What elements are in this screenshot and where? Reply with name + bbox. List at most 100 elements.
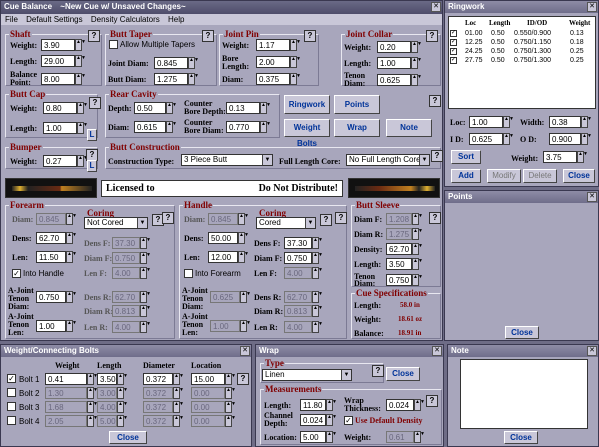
shaft-bp-input[interactable]: 8.00	[41, 73, 75, 85]
ring-id-input[interactable]: 0.625	[469, 133, 503, 145]
channel-depth-input[interactable]: 0.024	[300, 414, 326, 426]
wrap-location-spinner[interactable]: ▲▼	[326, 431, 337, 443]
shaft-length-spinner[interactable]: ▲▼	[75, 55, 86, 67]
bolt-checkbox[interactable]	[7, 416, 16, 425]
ring-weight-input[interactable]: 3.75	[543, 151, 577, 163]
wrap-length-input[interactable]: 11.80	[300, 399, 326, 411]
sleeve-density-spinner[interactable]: ▲▼	[412, 243, 423, 255]
sleeve-length-input[interactable]: 3.50	[386, 258, 412, 270]
bolt-length-spinner[interactable]: ▲▼	[117, 373, 128, 385]
handle-dens-input[interactable]: 50.00	[208, 232, 238, 244]
shaft-bp-spinner[interactable]: ▲▼	[75, 73, 86, 85]
construction-type-select[interactable]: 3 Piece Butt ▼	[181, 154, 273, 166]
list-item[interactable]: ✓ 24.25 0.50 0.750/1.300 0.25	[450, 48, 594, 57]
bolt-length-input[interactable]: 3.50	[97, 373, 117, 385]
rear-depth-spinner[interactable]: ▲▼	[166, 102, 177, 114]
joint-collar-tenon-input[interactable]: 0.625	[377, 74, 411, 86]
bumper-l-button[interactable]: L	[87, 160, 97, 172]
menu-default-settings[interactable]: Default Settings	[26, 15, 82, 24]
list-item[interactable]: ✓ 27.75 0.50 0.750/1.300 0.25	[450, 57, 594, 66]
butt-diam-spinner[interactable]: ▲▼	[188, 73, 199, 85]
menu-file[interactable]: File	[5, 15, 18, 24]
weight-bolts-button[interactable]: Weight Bolts	[284, 119, 330, 148]
main-close-icon[interactable]: ✕	[431, 2, 441, 12]
wrap-thickness-input[interactable]: 0.024	[386, 399, 414, 411]
butt-cap-weight-input[interactable]: 0.80	[43, 102, 77, 114]
wrap-thickness-spinner[interactable]: ▲▼	[414, 399, 425, 411]
bolt-checkbox[interactable]: ✓	[7, 374, 16, 383]
handle-help-icon[interactable]: ?	[335, 212, 347, 224]
chevron-down-icon[interactable]: ▼	[137, 218, 147, 228]
ring-id-spinner[interactable]: ▲▼	[503, 133, 514, 145]
handle-len-spinner[interactable]: ▲▼	[238, 251, 249, 263]
sleeve-tenon-spinner[interactable]: ▲▼	[412, 274, 423, 286]
handle-densf-input[interactable]: 37.30	[284, 237, 312, 249]
joint-collar-tenon-spinner[interactable]: ▲▼	[411, 74, 422, 86]
list-item[interactable]: ✓ 01.00 0.50 0.550/0.900 0.13	[450, 30, 594, 39]
list-item[interactable]: ✓ 12.25 0.50 0.750/1.150 0.18	[450, 39, 594, 48]
shaft-length-input[interactable]: 29.00	[41, 55, 75, 67]
row-checkbox[interactable]: ✓	[450, 30, 457, 37]
bolt-diameter-input[interactable]: 0.372	[143, 373, 173, 385]
handle-dens-spinner[interactable]: ▲▼	[238, 232, 249, 244]
allow-multiple-tapers-checkbox[interactable]	[109, 40, 118, 49]
joint-diam-spinner[interactable]: ▲▼	[188, 57, 199, 69]
joint-pin-help-icon[interactable]: ?	[304, 30, 316, 42]
wrap-close-button[interactable]: Close	[386, 367, 420, 381]
note-close-button[interactable]: Close	[504, 431, 538, 444]
handle-len-input[interactable]: 12.00	[208, 251, 238, 263]
bolt-diameter-spinner[interactable]: ▲▼	[173, 373, 184, 385]
joint-collar-length-input[interactable]: 1.00	[377, 57, 411, 69]
joint-collar-weight-input[interactable]: 0.20	[377, 41, 411, 53]
sleeve-density-input[interactable]: 62.70	[386, 243, 412, 255]
bumper-weight-spinner[interactable]: ▲▼	[77, 155, 88, 167]
forearm-ajt-spinner[interactable]: ▲▼	[66, 291, 77, 303]
ringwork-close-icon[interactable]: ✕	[587, 2, 597, 12]
joint-pin-weight-spinner[interactable]: ▲▼	[290, 39, 301, 51]
bumper-weight-input[interactable]: 0.27	[43, 155, 77, 167]
ring-od-spinner[interactable]: ▲▼	[581, 133, 592, 145]
bolt-checkbox[interactable]	[7, 388, 16, 397]
bore-length-input[interactable]: 2.00	[256, 56, 290, 68]
butt-taper-help-icon[interactable]: ?	[202, 30, 214, 42]
wrap-type-select[interactable]: Linen ▼	[262, 369, 352, 381]
handle-diamf-spinner[interactable]: ▲▼	[312, 252, 323, 264]
ringwork-button[interactable]: Ringwork	[284, 95, 330, 114]
joint-pin-diam-spinner[interactable]: ▲▼	[290, 73, 301, 85]
forearm-dens-input[interactable]: 62.70	[36, 232, 66, 244]
note-button[interactable]: Note	[386, 119, 432, 137]
bolt-location-input[interactable]: 15.00	[191, 373, 225, 385]
cb-depth-spinner[interactable]: ▲▼	[260, 102, 271, 114]
forearm-ajl-spinner[interactable]: ▲▼	[66, 320, 77, 332]
forearm-len-spinner[interactable]: ▲▼	[66, 251, 77, 263]
menu-density-calculators[interactable]: Density Calculators	[91, 15, 160, 24]
joint-collar-weight-spinner[interactable]: ▲▼	[411, 41, 422, 53]
joint-collar-length-spinner[interactable]: ▲▼	[411, 57, 422, 69]
rear-depth-input[interactable]: 0.50	[134, 102, 166, 114]
wrap-measurements-help-icon[interactable]: ?	[426, 395, 438, 407]
handle-coring-help-icon[interactable]: ?	[320, 214, 332, 226]
row-checkbox[interactable]: ✓	[450, 48, 457, 55]
handle-coring-select[interactable]: Cored ▼	[256, 217, 316, 229]
joint-collar-help-icon[interactable]: ?	[426, 30, 438, 42]
menu-help[interactable]: Help	[168, 15, 184, 24]
ring-loc-spinner[interactable]: ▲▼	[503, 116, 514, 128]
butt-cap-help-icon[interactable]: ?	[89, 97, 101, 109]
wrap-location-input[interactable]: 5.00	[300, 431, 326, 443]
full-length-core-select[interactable]: No Full Length Core ▼	[346, 154, 430, 166]
bore-length-spinner[interactable]: ▲▼	[290, 56, 301, 68]
into-forearm-checkbox[interactable]	[184, 269, 193, 278]
chevron-down-icon[interactable]: ▼	[419, 155, 429, 165]
into-handle-checkbox[interactable]: ✓	[12, 269, 21, 278]
cb-diam-spinner[interactable]: ▲▼	[260, 121, 271, 133]
row-checkbox[interactable]: ✓	[450, 57, 457, 64]
bolt-checkbox[interactable]	[7, 402, 16, 411]
joint-pin-diam-input[interactable]: 0.375	[256, 73, 290, 85]
shaft-weight-input[interactable]: 3.90	[41, 39, 75, 51]
butt-sleeve-help-icon[interactable]: ?	[429, 212, 441, 224]
cb-depth-input[interactable]: 0.13	[226, 102, 260, 114]
butt-diam-input[interactable]: 1.275	[154, 73, 188, 85]
points-button[interactable]: Points	[334, 95, 380, 114]
row-checkbox[interactable]: ✓	[450, 39, 457, 46]
joint-diam-input[interactable]: 0.845	[154, 57, 188, 69]
